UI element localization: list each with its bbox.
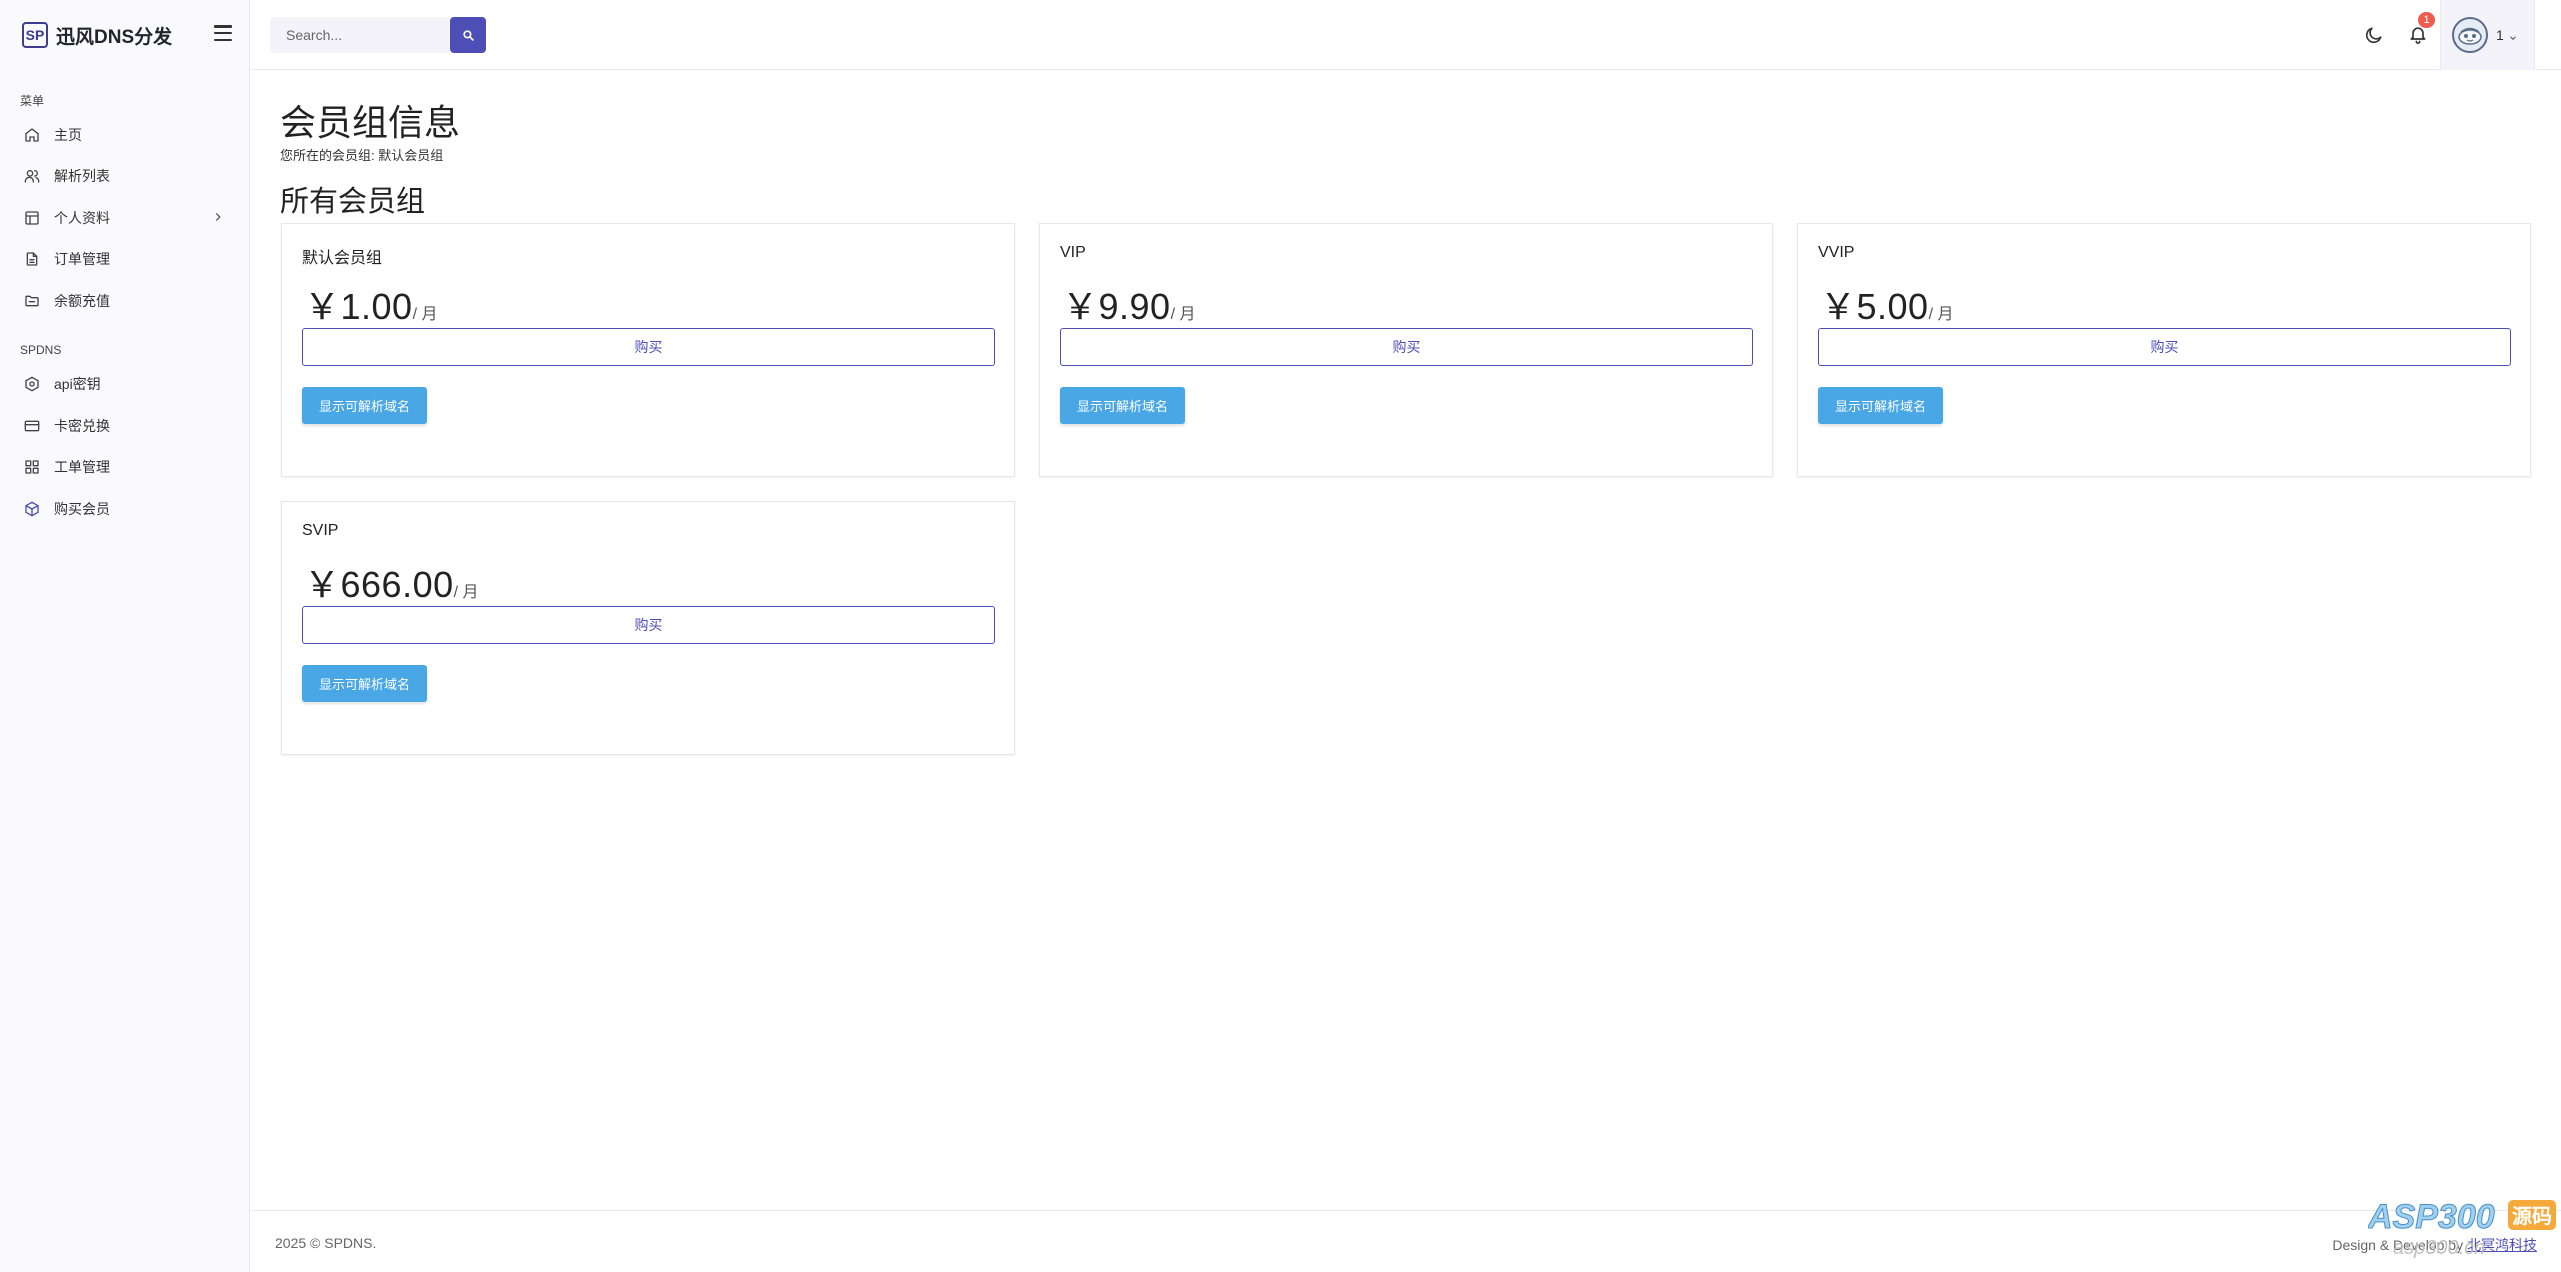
- brand-name: 迅风DNS分发: [56, 26, 173, 48]
- buy-button[interactable]: 购买: [1818, 328, 2511, 366]
- group-name: 默认会员组: [302, 250, 383, 267]
- footer: 2025 © SPDNS. Design & Develop by 北冥鸿科技: [250, 1210, 2561, 1272]
- buy-button[interactable]: 购买: [1060, 328, 1753, 366]
- group-name: VVIP: [1818, 244, 1855, 261]
- user-menu[interactable]: 1: [2440, 0, 2535, 70]
- avatar: [2452, 17, 2488, 53]
- copyright: 2025 © SPDNS.: [275, 1235, 377, 1251]
- sidebar-item-label: 购买会员: [54, 500, 110, 517]
- file-icon: [24, 251, 40, 267]
- sidebar-item-tickets[interactable]: 工单管理: [0, 447, 249, 489]
- chevron-down-icon: [2508, 30, 2518, 40]
- svg-text:ASP300: ASP300: [2368, 1198, 2495, 1236]
- svg-text:源码: 源码: [2512, 1204, 2552, 1228]
- chevron-right-icon: [211, 210, 225, 224]
- user-name: 1: [2496, 27, 2504, 43]
- sidebar: SP 迅风DNS分发 菜单 主页 解析列表 个人资料 订单管理 余额充值 SPD…: [0, 0, 250, 1272]
- sidebar-item-label: 个人资料: [54, 209, 110, 226]
- folder-icon: [24, 293, 40, 309]
- notification-badge: 1: [2418, 12, 2435, 28]
- group-price: ￥1.00/ 月: [304, 286, 438, 327]
- group-price: ￥666.00/ 月: [304, 564, 479, 605]
- topbar: 1 1: [250, 0, 2561, 70]
- membership-card: SVIP ￥666.00/ 月 购买 显示可解析域名: [281, 501, 1015, 755]
- show-domains-button[interactable]: 显示可解析域名: [302, 387, 427, 424]
- sidebar-item-profile[interactable]: 个人资料: [0, 197, 249, 239]
- layout-icon: [24, 210, 40, 226]
- search-button[interactable]: [450, 17, 486, 53]
- menu-section-title: SPDNS: [20, 342, 62, 357]
- sidebar-item-label: 订单管理: [54, 251, 110, 268]
- buy-button[interactable]: 购买: [302, 606, 995, 644]
- brand-logo: SP: [22, 22, 48, 48]
- moon-icon: [2365, 27, 2382, 44]
- group-price: ￥9.90/ 月: [1062, 286, 1196, 327]
- credit-card-icon: [24, 418, 40, 434]
- hexagon-icon: [24, 376, 40, 392]
- sidebar-item-label: 主页: [54, 126, 82, 143]
- home-icon: [24, 127, 40, 143]
- group-price: ￥5.00/ 月: [1820, 286, 1954, 327]
- sidebar-item-home[interactable]: 主页: [0, 114, 249, 156]
- watermark-logo: ASP300 源码 asp300.cn: [2367, 1196, 2558, 1259]
- brand[interactable]: SP 迅风DNS分发: [0, 0, 249, 70]
- price-period: / 月: [1170, 306, 1196, 323]
- sidebar-item-label: 解析列表: [54, 168, 110, 185]
- sidebar-item-label: 卡密兑换: [54, 417, 110, 434]
- group-name: VIP: [1060, 244, 1086, 261]
- group-name: SVIP: [302, 522, 339, 539]
- sidebar-item-label: 工单管理: [54, 459, 110, 476]
- svg-text:asp300.cn: asp300.cn: [2393, 1237, 2485, 1258]
- section-title: 所有会员组: [280, 186, 426, 218]
- menu-section-title: 菜单: [20, 93, 45, 108]
- box-icon: [24, 501, 40, 517]
- sidebar-item-api-key[interactable]: api密钥: [0, 364, 249, 406]
- membership-card: VVIP ￥5.00/ 月 购买 显示可解析域名: [1797, 223, 2531, 477]
- show-domains-button[interactable]: 显示可解析域名: [1818, 387, 1943, 424]
- sidebar-item-label: api密钥: [54, 376, 101, 393]
- sidebar-item-label: 余额充值: [54, 292, 110, 309]
- current-group: 您所在的会员组: 默认会员组: [280, 148, 444, 163]
- search-input[interactable]: [270, 17, 450, 53]
- grid-icon: [24, 459, 40, 475]
- page-title: 会员组信息: [280, 102, 461, 143]
- buy-button[interactable]: 购买: [302, 328, 995, 366]
- show-domains-button[interactable]: 显示可解析域名: [1060, 387, 1185, 424]
- show-domains-button[interactable]: 显示可解析域名: [302, 665, 427, 702]
- users-icon: [24, 168, 40, 184]
- sidebar-item-card-redeem[interactable]: 卡密兑换: [0, 405, 249, 447]
- search-icon: [462, 29, 474, 41]
- price-period: / 月: [1928, 306, 1954, 323]
- membership-card: 默认会员组 ￥1.00/ 月 购买 显示可解析域名: [281, 223, 1015, 477]
- sidebar-item-orders[interactable]: 订单管理: [0, 239, 249, 281]
- sidebar-item-dns-list[interactable]: 解析列表: [0, 156, 249, 198]
- price-period: / 月: [453, 584, 479, 601]
- membership-card: VIP ￥9.90/ 月 购买 显示可解析域名: [1039, 223, 1773, 477]
- price-period: / 月: [412, 306, 438, 323]
- menu-toggle-icon[interactable]: [214, 25, 232, 41]
- sidebar-item-buy-membership[interactable]: 购买会员: [0, 488, 249, 530]
- sidebar-item-recharge[interactable]: 余额充值: [0, 280, 249, 322]
- main-content: 会员组信息 您所在的会员组: 默认会员组 所有会员组 默认会员组 ￥1.00/ …: [250, 70, 2561, 1210]
- dark-mode-toggle[interactable]: [2364, 25, 2384, 45]
